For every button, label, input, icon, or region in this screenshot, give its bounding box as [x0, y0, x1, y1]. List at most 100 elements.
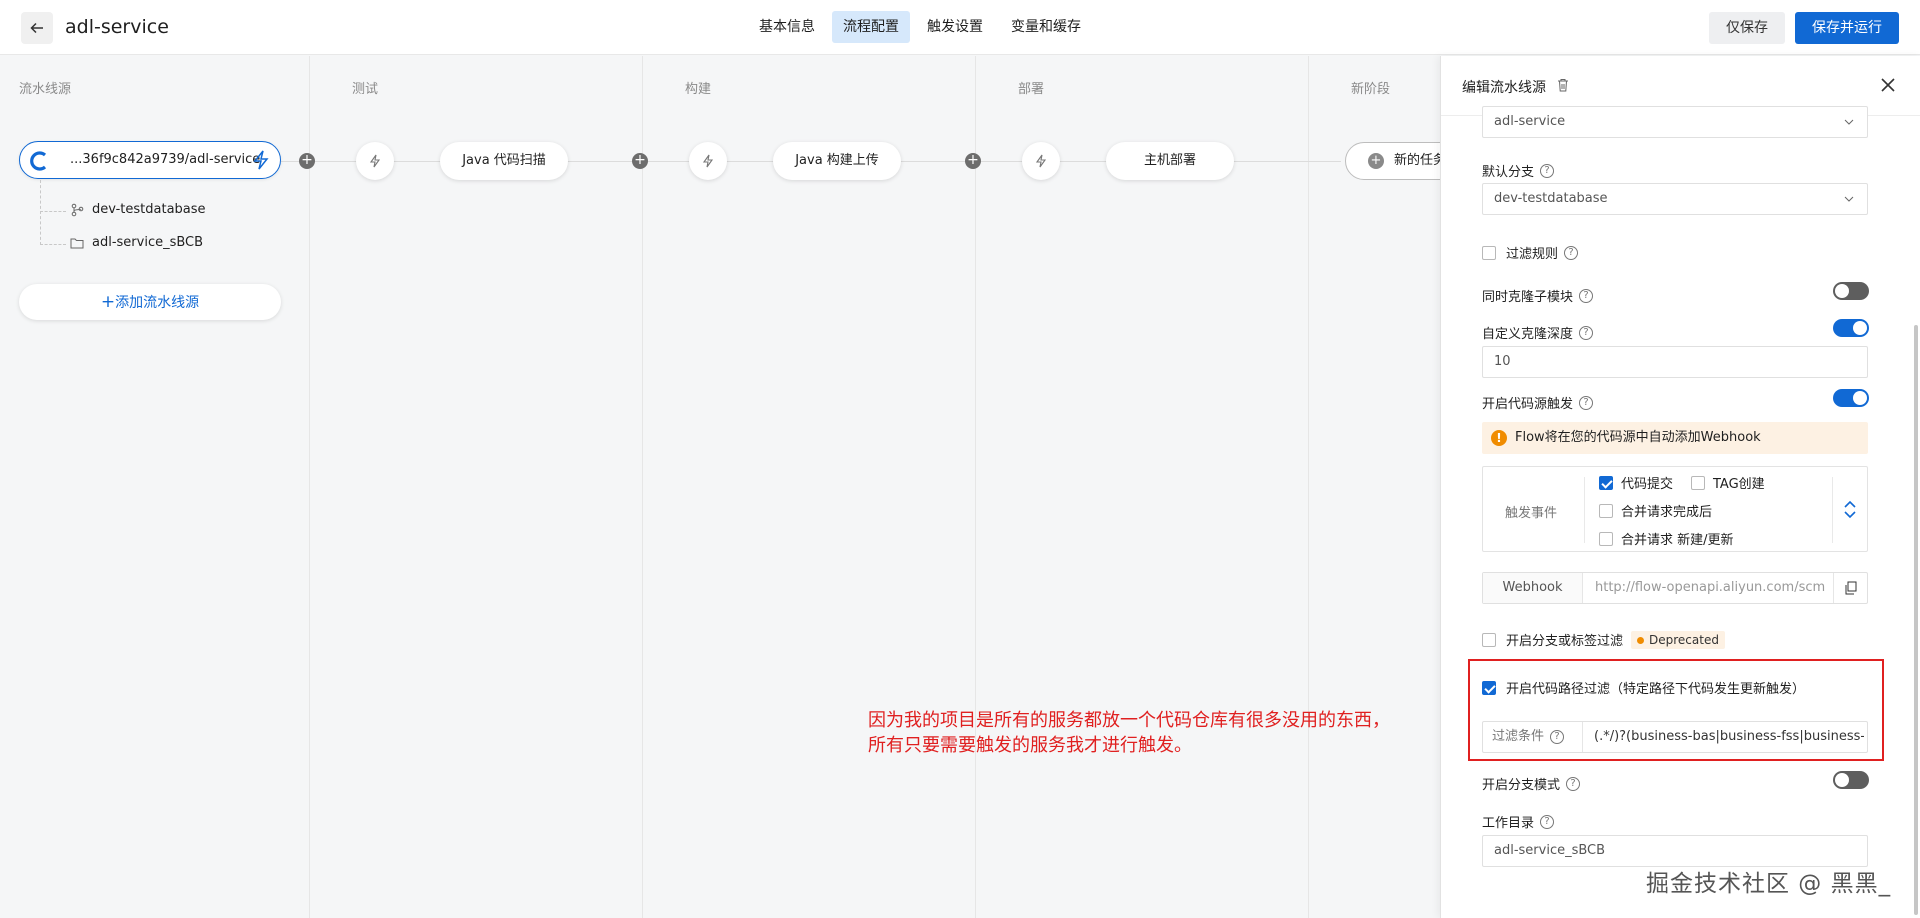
stage-title: 测试: [352, 82, 379, 97]
branch-mode-label: 开启分支模式: [1482, 778, 1561, 793]
default-branch-row: 默认分支 ?: [1482, 161, 1555, 180]
trash-icon[interactable]: [1555, 77, 1571, 93]
stage-new: 新阶段: [1309, 56, 1440, 918]
tab-trigger-settings[interactable]: 触发设置: [916, 11, 994, 43]
event-merge-new-checkbox[interactable]: [1599, 531, 1613, 546]
stage-source: 流水线源: [0, 56, 310, 918]
help-icon[interactable]: ?: [1579, 395, 1594, 410]
pipeline-source-card[interactable]: ...36f9c842a9739/adl-service: [19, 141, 281, 179]
panel-title: 编辑流水线源: [1462, 80, 1546, 96]
help-icon[interactable]: ?: [1540, 163, 1555, 178]
tree-connector: [40, 211, 66, 212]
event-merge-new[interactable]: 合并请求 新建/更新: [1599, 529, 1734, 548]
filter-condition-input[interactable]: (.*/)?(business-bas|business-fss|busines…: [1594, 722, 1864, 752]
job-java-scan[interactable]: Java 代码扫描: [440, 142, 568, 180]
event-merge-done[interactable]: 合并请求完成后: [1599, 501, 1712, 520]
lightning-icon[interactable]: [252, 150, 270, 170]
filter-condition-label-cell: 过滤条件 ?: [1483, 722, 1583, 752]
tab-variables-cache[interactable]: 变量和缓存: [1000, 11, 1092, 43]
branch-mode-toggle[interactable]: [1833, 771, 1869, 789]
clone-depth-row: 自定义克隆深度 ?: [1482, 323, 1594, 342]
folder-icon: [70, 238, 84, 248]
event-tag[interactable]: TAG创建: [1691, 473, 1765, 492]
workdir-input[interactable]: adl-service_sBCB: [1482, 835, 1868, 867]
add-source-button[interactable]: +添加流水线源: [19, 284, 281, 320]
stage-trigger-button[interactable]: [1022, 142, 1060, 180]
stage-title: 构建: [685, 82, 712, 97]
save-only-button[interactable]: 仅保存: [1709, 12, 1785, 44]
help-icon[interactable]: ?: [1579, 325, 1594, 340]
close-icon[interactable]: [1878, 75, 1898, 95]
webhook-url[interactable]: http://flow-openapi.aliyun.com/scm: [1595, 573, 1835, 603]
toggle-knob: [1835, 773, 1849, 787]
tree-connector: [40, 180, 41, 245]
panel-scrollbar[interactable]: [1914, 325, 1918, 915]
chevron-down-icon: [1844, 196, 1854, 202]
tab-bar: 基本信息 流程配置 触发设置 变量和缓存: [748, 11, 1092, 43]
help-icon[interactable]: ?: [1564, 245, 1579, 260]
divider: [1832, 477, 1833, 543]
stage-title: 流水线源: [19, 82, 72, 97]
annotation-line: 所有只要需要触发的服务我才进行触发。: [868, 735, 1192, 756]
stage-trigger-button[interactable]: [689, 142, 727, 180]
workdir-label: 工作目录: [1482, 816, 1535, 831]
add-stage-plus-icon[interactable]: +: [965, 153, 981, 169]
event-tag-checkbox[interactable]: [1691, 475, 1705, 490]
toggle-knob: [1853, 391, 1867, 405]
clone-submodule-toggle[interactable]: [1833, 282, 1869, 300]
copy-button[interactable]: [1833, 573, 1868, 603]
source-folder: adl-service_sBCB: [70, 235, 203, 250]
event-commit-checkbox[interactable]: [1599, 475, 1613, 490]
event-commit[interactable]: 代码提交: [1599, 473, 1673, 492]
code-trigger-toggle[interactable]: [1833, 389, 1869, 407]
branch-tag-filter-row: 开启分支或标签过滤 Deprecated: [1482, 630, 1725, 649]
clone-depth-toggle[interactable]: [1833, 319, 1869, 337]
lightning-icon: [369, 154, 381, 168]
add-stage-plus-icon[interactable]: +: [299, 153, 315, 169]
filter-rule-checkbox[interactable]: [1482, 245, 1496, 260]
branch-tag-filter-label: 开启分支或标签过滤: [1506, 634, 1624, 649]
back-button[interactable]: [21, 12, 53, 44]
top-bar: adl-service 基本信息 流程配置 触发设置 变量和缓存 仅保存 保存并…: [0, 0, 1920, 55]
plus-icon: +: [1368, 153, 1384, 169]
path-filter-checkbox[interactable]: [1482, 680, 1496, 695]
stage-build: 构建: [643, 56, 976, 918]
webhook-label: Webhook: [1483, 573, 1583, 603]
webhook-field: Webhook http://flow-openapi.aliyun.com/s…: [1482, 572, 1868, 604]
clone-depth-input[interactable]: 10: [1482, 346, 1868, 378]
toggle-knob: [1853, 321, 1867, 335]
event-merge-done-checkbox[interactable]: [1599, 503, 1613, 518]
source-branch: dev-testdatabase: [70, 202, 206, 217]
job-java-build[interactable]: Java 构建上传: [773, 142, 901, 180]
repo-select[interactable]: adl-service: [1482, 106, 1868, 138]
chevron-down-icon: [1844, 119, 1854, 125]
tab-pipeline-config[interactable]: 流程配置: [832, 11, 910, 43]
path-filter-row: 开启代码路径过滤（特定路径下代码发生更新触发）: [1482, 678, 1805, 697]
help-icon[interactable]: ?: [1579, 288, 1594, 303]
tab-basic-info[interactable]: 基本信息: [748, 11, 826, 43]
toggle-knob: [1835, 284, 1849, 298]
deprecated-badge: Deprecated: [1631, 630, 1725, 649]
branch-icon: [71, 203, 84, 216]
help-icon[interactable]: ?: [1550, 730, 1565, 744]
filter-rule-label: 过滤规则: [1506, 247, 1559, 262]
branch-tag-filter-checkbox[interactable]: [1482, 632, 1496, 647]
trigger-events-label: 触发事件: [1505, 506, 1558, 521]
lightning-icon: [1035, 154, 1047, 168]
source-name: ...36f9c842a9739/adl-service: [70, 152, 261, 167]
add-stage-plus-icon[interactable]: +: [632, 153, 648, 169]
collapse-up-icon[interactable]: [1841, 499, 1859, 519]
default-branch-select[interactable]: dev-testdatabase: [1482, 183, 1868, 215]
lightning-icon: [702, 154, 714, 168]
help-icon[interactable]: ?: [1540, 814, 1555, 829]
webhook-warning: ! Flow将在您的代码源中自动添加Webhook: [1482, 422, 1868, 454]
warning-text: Flow将在您的代码源中自动添加Webhook: [1515, 430, 1761, 445]
help-icon[interactable]: ?: [1566, 776, 1581, 791]
save-and-run-button[interactable]: 保存并运行: [1795, 12, 1899, 44]
warning-icon: !: [1491, 430, 1507, 446]
stage-trigger-button[interactable]: [356, 142, 394, 180]
job-host-deploy[interactable]: 主机部署: [1106, 142, 1234, 180]
new-task-label: 新的任务: [1394, 153, 1447, 168]
copy-icon: [1845, 581, 1857, 595]
branch-name: dev-testdatabase: [92, 202, 206, 217]
